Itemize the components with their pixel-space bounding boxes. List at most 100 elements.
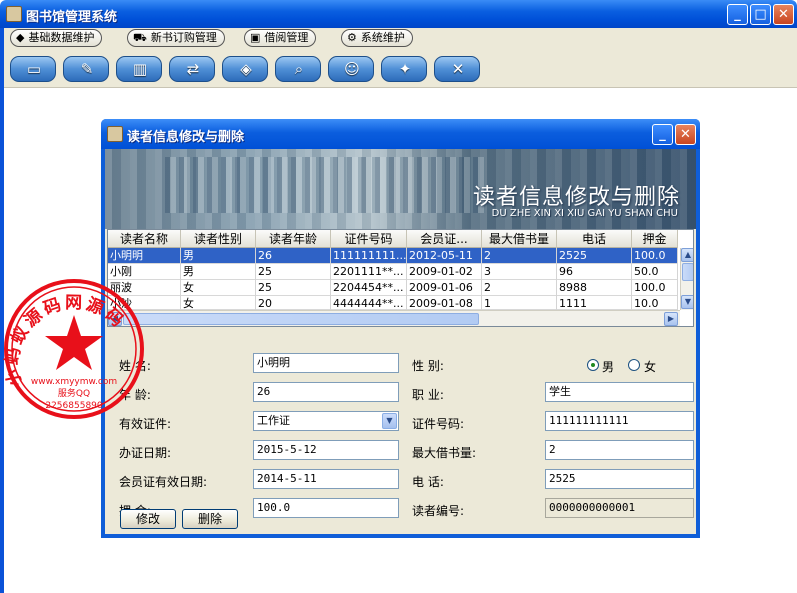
table-cell: 2204454**... — [331, 280, 407, 296]
reader-number-label: 读者编号: — [412, 504, 465, 518]
toolbar-button-edit-book[interactable]: ✎ — [63, 56, 109, 82]
toolbar-button-password[interactable]: ✦ — [381, 56, 427, 82]
delete-button[interactable]: 删除 — [182, 509, 238, 529]
password-icon: ✦ — [398, 60, 412, 78]
table-cell: 100.0 — [632, 248, 678, 264]
toolbar-button-book[interactable]: ▭ — [10, 56, 56, 82]
menu-borrow-management[interactable]: ▣ 借阅管理 — [244, 29, 317, 47]
certificate-combo[interactable]: 工作证 ▼ — [253, 411, 399, 431]
max-books-field[interactable]: 2 — [545, 440, 694, 460]
table-cell: 小明明 — [108, 248, 181, 264]
menu-system-maintenance[interactable]: ⚙ 系统维护 — [341, 29, 413, 47]
certificate-number-label: 证件号码: — [412, 417, 465, 431]
gender-female-radio[interactable] — [628, 359, 640, 371]
return-book-icon: ⇄ — [186, 60, 200, 78]
menu-label: 基础数据维护 — [28, 31, 95, 44]
column-header[interactable]: 会员证... — [407, 230, 482, 248]
toolbar-button-books[interactable]: ▥ — [116, 56, 162, 82]
table-cell: 96 — [557, 264, 632, 280]
table-cell: 25 — [256, 264, 331, 280]
modify-button[interactable]: 修改 — [120, 509, 176, 529]
toolbar-button-order[interactable]: ◈ — [222, 56, 268, 82]
banner-subtitle: DU ZHE XIN XI XIU GAI YU SHAN CHU — [491, 208, 678, 219]
horizontal-scroll-thumb[interactable] — [123, 313, 479, 325]
table-cell: 8988 — [557, 280, 632, 296]
toolbar-button-return[interactable]: ⇄ — [169, 56, 215, 82]
job-field[interactable]: 学生 — [545, 382, 694, 402]
table-row[interactable]: 小明明 男 26 111111111... 2012-05-11 2 2525 … — [108, 248, 678, 264]
table-row[interactable]: 丽波 女 25 2204454**... 2009-01-06 2 8988 1… — [108, 280, 678, 296]
certificate-combo-value: 工作证 — [257, 414, 290, 427]
table-cell: 100.0 — [632, 280, 678, 296]
issue-date-label: 办证日期: — [119, 446, 172, 460]
column-header[interactable]: 读者性别 — [181, 230, 256, 248]
gear-icon: ⚙ — [347, 31, 357, 44]
gender-label: 性 别: — [412, 359, 444, 373]
scroll-down-icon[interactable]: ▼ — [681, 295, 693, 309]
toolbar-button-exit[interactable]: ✕ — [434, 56, 480, 82]
column-header[interactable]: 电话 — [557, 230, 632, 248]
order-book-icon: ◈ — [240, 60, 252, 78]
gender-male-radio[interactable] — [587, 359, 599, 371]
dialog-icon — [107, 126, 123, 142]
minimize-button[interactable]: _ — [727, 4, 748, 25]
search-icon: ⌕ — [294, 60, 304, 78]
phone-label: 电 话: — [412, 475, 444, 489]
exit-icon: ✕ — [451, 60, 465, 78]
job-label: 职 业: — [412, 388, 444, 402]
phone-field[interactable]: 2525 — [545, 469, 694, 489]
toolbar-button-reader[interactable]: ☺ — [328, 56, 374, 82]
table-cell: 2012-05-11 — [407, 248, 482, 264]
name-field[interactable]: 小明明 — [253, 353, 399, 373]
cart-icon: ⛟ — [133, 31, 147, 44]
window-title: 图书馆管理系统 — [26, 10, 118, 25]
deposit-field[interactable]: 100.0 — [253, 498, 399, 518]
close-button[interactable]: ✕ — [773, 4, 794, 25]
menu-label: 系统维护 — [360, 31, 405, 44]
scroll-right-icon[interactable]: ▶ — [664, 312, 678, 326]
table-cell: 25 — [256, 280, 331, 296]
vertical-scroll-thumb[interactable] — [682, 263, 693, 281]
table-cell: 女 — [181, 280, 256, 296]
gender-female-label: 女 — [644, 360, 657, 374]
reader-table[interactable]: 读者名称 读者性别 读者年龄 证件号码 会员证... 最大借书量 电话 押金 小… — [107, 229, 694, 327]
edit-book-icon: ✎ — [80, 60, 94, 78]
certificate-number-field[interactable]: 111111111111 — [545, 411, 694, 431]
vertical-scrollbar[interactable]: ▲ ▼ — [680, 248, 693, 310]
dialog-title-bar: 读者信息修改与删除 _ ✕ — [101, 119, 700, 149]
max-books-label: 最大借书量: — [412, 446, 477, 460]
table-cell: 2201111**... — [331, 264, 407, 280]
menu-new-book-order[interactable]: ⛟ 新书订购管理 — [127, 29, 225, 47]
dialog-body: 读者信息修改与删除 DU ZHE XIN XI XIU GAI YU SHAN … — [105, 149, 696, 534]
table-cell: 男 — [181, 264, 256, 280]
age-field[interactable]: 26 — [253, 382, 399, 402]
reader-edit-dialog: 读者信息修改与删除 _ ✕ 读者信息修改与删除 DU ZHE XIN XI XI… — [101, 119, 700, 538]
column-header[interactable]: 读者名称 — [108, 230, 181, 248]
menu-label: 新书订购管理 — [150, 31, 217, 44]
column-header[interactable]: 最大借书量 — [482, 230, 557, 248]
table-row[interactable]: 小沙 女 20 4444444**... 2009-01-08 1 1111 1… — [108, 296, 678, 312]
dialog-close-button[interactable]: ✕ — [675, 124, 696, 145]
column-header[interactable]: 押金 — [632, 230, 678, 248]
table-row[interactable]: 小刚 男 25 2201111**... 2009-01-02 3 96 50.… — [108, 264, 678, 280]
toolbar-button-search[interactable]: ⌕ — [275, 56, 321, 82]
toolbar: ▭ ✎ ▥ ⇄ ◈ ⌕ ☺ ✦ ✕ — [4, 48, 797, 88]
column-header[interactable]: 读者年龄 — [256, 230, 331, 248]
column-header[interactable]: 证件号码 — [331, 230, 407, 248]
menu-label: 借阅管理 — [264, 31, 309, 44]
app-icon — [6, 6, 22, 22]
dialog-minimize-button[interactable]: _ — [652, 124, 673, 145]
table-cell: 111111111... — [333, 248, 407, 264]
horizontal-scrollbar[interactable]: ◀ ▶ — [108, 310, 680, 326]
chevron-down-icon[interactable]: ▼ — [382, 413, 397, 429]
scroll-up-icon[interactable]: ▲ — [681, 248, 693, 262]
dialog-title: 读者信息修改与删除 — [127, 130, 245, 145]
issue-date-field[interactable]: 2015-5-12 — [253, 440, 399, 460]
maximize-button[interactable]: □ — [750, 4, 771, 25]
membership-expiry-field[interactable]: 2014-5-11 — [253, 469, 399, 489]
reader-icon: ☺ — [344, 60, 360, 78]
table-header: 读者名称 读者性别 读者年龄 证件号码 会员证... 最大借书量 电话 押金 — [108, 230, 678, 248]
menu-basic-data[interactable]: ◆ 基础数据维护 — [10, 29, 103, 47]
membership-expiry-label: 会员证有效日期: — [119, 475, 208, 489]
seal-qq-text: 2256855890 — [45, 401, 103, 411]
